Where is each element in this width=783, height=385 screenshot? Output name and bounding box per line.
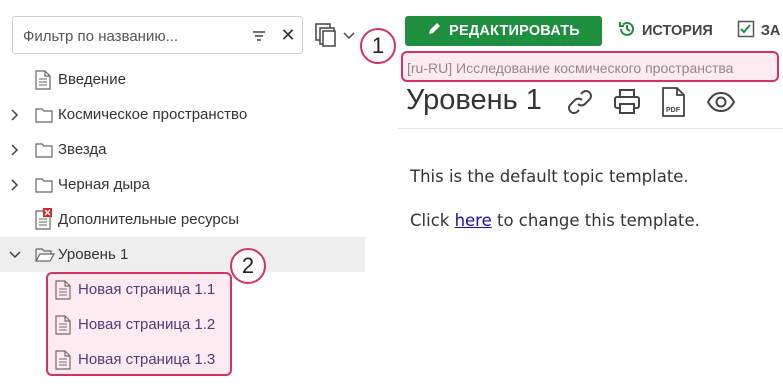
folder-open-icon: [35, 245, 56, 265]
chevron-down-icon[interactable]: [7, 247, 23, 263]
tree-item-level-1[interactable]: Уровень 1: [0, 237, 365, 272]
tree-item-page-1-2[interactable]: Новая страница 1.2: [0, 307, 365, 342]
breadcrumb[interactable]: [ru-RU] Исследование космического простр…: [407, 60, 733, 76]
tree-item-space[interactable]: Космическое пространство: [0, 97, 365, 132]
edit-button[interactable]: РЕДАКТИРОВАТЬ: [405, 16, 602, 46]
tree-item-label: Черная дыра: [58, 176, 150, 193]
filter-input[interactable]: [23, 26, 243, 46]
chevron-right-icon[interactable]: [7, 107, 23, 123]
tree-item-label: Дополнительные ресурсы: [58, 211, 240, 228]
callout-1: 1: [360, 28, 396, 64]
tree-item-star[interactable]: Звезда: [0, 132, 365, 167]
tree-item-intro[interactable]: Введение: [0, 62, 365, 97]
pdf-icon[interactable]: PDF: [658, 86, 690, 118]
checkbox-icon: [737, 20, 755, 42]
tree-item-label: Введение: [58, 71, 126, 88]
tree-item-label: Новая страница 1.2: [78, 316, 216, 333]
page-icon: [55, 350, 73, 370]
copy-dropdown-button[interactable]: [314, 22, 358, 48]
tree-item-label: Космическое пространство: [58, 106, 248, 123]
chevron-right-icon[interactable]: [7, 177, 23, 193]
link-icon[interactable]: [564, 86, 596, 118]
history-button-label: ИСТОРИЯ: [642, 23, 713, 39]
tree-item-label: Уровень 1: [58, 246, 129, 263]
divider: [398, 128, 783, 129]
copy-icon: [314, 22, 338, 53]
filter-box: ✕: [12, 16, 303, 54]
callout-number: 2: [241, 253, 255, 278]
toolbar: РЕДАКТИРОВАТЬ ИСТОРИЯ ЗА: [405, 16, 780, 46]
folder-icon: [35, 175, 53, 195]
page-error-icon: [35, 208, 53, 230]
content-text: to change this template.: [491, 211, 700, 230]
content-paragraph: Click here to change this template.: [410, 210, 700, 232]
history-icon: [618, 20, 636, 42]
tree-item-page-1-1[interactable]: Новая страница 1.1: [0, 272, 365, 307]
content-paragraph: This is the default topic template.: [410, 167, 689, 186]
here-link[interactable]: here: [455, 211, 492, 230]
callout-number: 1: [371, 33, 385, 58]
page-icon: [35, 70, 53, 90]
edit-button-label: РЕДАКТИРОВАТЬ: [449, 23, 580, 39]
task-button-label: ЗА: [760, 23, 781, 39]
topic-tree: Введение Космическое пространство Звезда…: [0, 62, 365, 377]
filter-sort-icon[interactable]: [251, 28, 267, 44]
folder-icon: [35, 140, 53, 160]
callout-2: 2: [230, 248, 266, 284]
print-icon[interactable]: [611, 86, 643, 118]
content-text: Click: [410, 211, 455, 230]
topic-content: This is the default topic template. Clic…: [410, 166, 700, 254]
tree-item-label: Новая страница 1.1: [78, 281, 216, 298]
svg-text:PDF: PDF: [666, 107, 681, 114]
task-button[interactable]: ЗА: [737, 20, 781, 42]
chevron-right-icon[interactable]: [7, 142, 23, 158]
title-actions: PDF: [564, 86, 752, 118]
filter-bar: ✕: [0, 0, 380, 62]
eye-icon[interactable]: [705, 86, 737, 118]
tree-item-label: Звезда: [58, 141, 107, 158]
page-title: Уровень 1: [406, 84, 542, 116]
tree-item-black-hole[interactable]: Черная дыра: [0, 167, 365, 202]
tree-item-label: Новая страница 1.3: [78, 351, 216, 368]
clear-icon[interactable]: ✕: [279, 25, 297, 45]
chevron-down-icon: [342, 28, 356, 46]
pencil-icon: [427, 22, 441, 40]
page-icon: [55, 315, 73, 335]
page-icon: [55, 280, 73, 300]
tree-item-resources[interactable]: Дополнительные ресурсы: [0, 202, 365, 237]
folder-icon: [35, 105, 53, 125]
tree-item-page-1-3[interactable]: Новая страница 1.3: [0, 342, 365, 377]
history-button[interactable]: ИСТОРИЯ: [618, 20, 713, 42]
